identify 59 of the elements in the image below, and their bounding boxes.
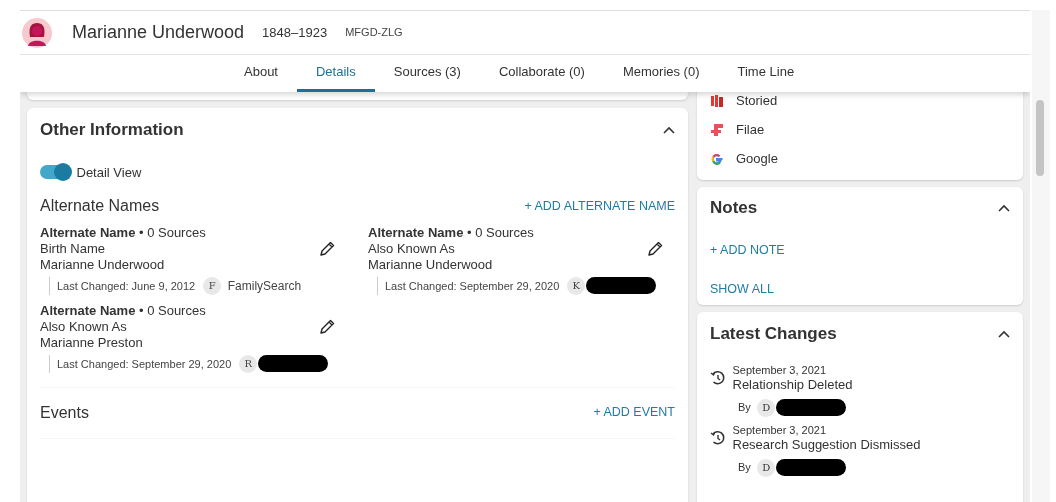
tab[interactable]: About xyxy=(225,55,297,92)
contributor-avatar: D xyxy=(757,458,776,477)
person-id: MFGD-ZLG xyxy=(345,25,403,41)
alternate-name: Marianne Underwood xyxy=(368,256,494,273)
tab[interactable]: Time Line xyxy=(718,55,814,92)
collapse-icon[interactable] xyxy=(663,125,675,134)
last-changed: Last Changed: June 9, 2012 xyxy=(57,278,196,294)
letter-g-icon xyxy=(710,151,724,166)
section-title: Alternate Names xyxy=(40,196,160,216)
contributor-avatar: R xyxy=(239,354,258,373)
history-icon xyxy=(710,429,726,446)
last-changed: Last Changed: September 29, 2020 xyxy=(385,278,560,294)
contributor-avatar: F xyxy=(203,276,222,295)
show-all-link[interactable]: SHOW ALL xyxy=(710,279,774,299)
edit-icon[interactable] xyxy=(646,239,664,258)
edit-icon[interactable] xyxy=(318,317,336,336)
research-link[interactable]: Google xyxy=(736,148,778,169)
contributor-avatar: K xyxy=(567,276,586,295)
card-title: Latest Changes xyxy=(710,322,837,345)
alternate-name: Marianne Underwood xyxy=(40,256,166,273)
alternate-name: Marianne Preston xyxy=(40,334,144,351)
research-link[interactable]: Storied xyxy=(736,90,778,111)
by-label: By xyxy=(738,400,751,416)
last-changed: Last Changed: September 29, 2020 xyxy=(57,356,232,372)
card-title: Notes xyxy=(710,197,758,220)
add-link[interactable]: + ADD EVENT xyxy=(593,403,675,422)
name-heading: Alternate Name • 0 Sources xyxy=(40,302,206,319)
life-dates: 1848–1923 xyxy=(262,23,328,42)
toggle-label: Detail View xyxy=(76,163,142,182)
collapse-icon[interactable] xyxy=(998,329,1010,338)
collapse-icon[interactable] xyxy=(998,204,1010,212)
person-name: Marianne Underwood xyxy=(72,21,245,44)
name-type: Also Known As xyxy=(40,318,128,335)
tab[interactable]: Sources (3) xyxy=(374,55,480,92)
history-icon xyxy=(710,369,726,386)
scrollbar[interactable] xyxy=(1032,10,1050,502)
tab[interactable]: Memories (0) xyxy=(603,55,719,92)
name-heading: Alternate Name • 0 Sources xyxy=(368,224,534,241)
add-link[interactable]: + ADD ALTERNATE NAME xyxy=(524,196,675,216)
by-label: By xyxy=(738,460,751,476)
section-title: Events xyxy=(40,402,89,423)
card-title: Other Information xyxy=(40,118,184,141)
change-date: September 3, 2021 xyxy=(732,362,828,377)
name-type: Also Known As xyxy=(368,240,456,257)
books-icon xyxy=(710,93,724,108)
contributor-name: FamilySearch xyxy=(227,277,302,294)
add-link[interactable]: + ADD NOTE xyxy=(710,241,785,260)
change-title: Relationship Deleted xyxy=(732,376,853,393)
tab[interactable]: Collaborate (0) xyxy=(479,55,604,92)
avatar-icon xyxy=(22,17,52,48)
research-link[interactable]: Filae xyxy=(736,119,765,140)
change-date: September 3, 2021 xyxy=(732,422,828,437)
name-heading: Alternate Name • 0 Sources xyxy=(40,224,206,241)
change-title: Research Suggestion Dismissed xyxy=(732,436,921,453)
letter-f-icon xyxy=(710,122,724,137)
name-type: Birth Name xyxy=(40,240,107,257)
toggle-switch[interactable] xyxy=(40,165,70,180)
contributor-avatar: D xyxy=(757,398,776,417)
edit-icon[interactable] xyxy=(318,239,336,258)
